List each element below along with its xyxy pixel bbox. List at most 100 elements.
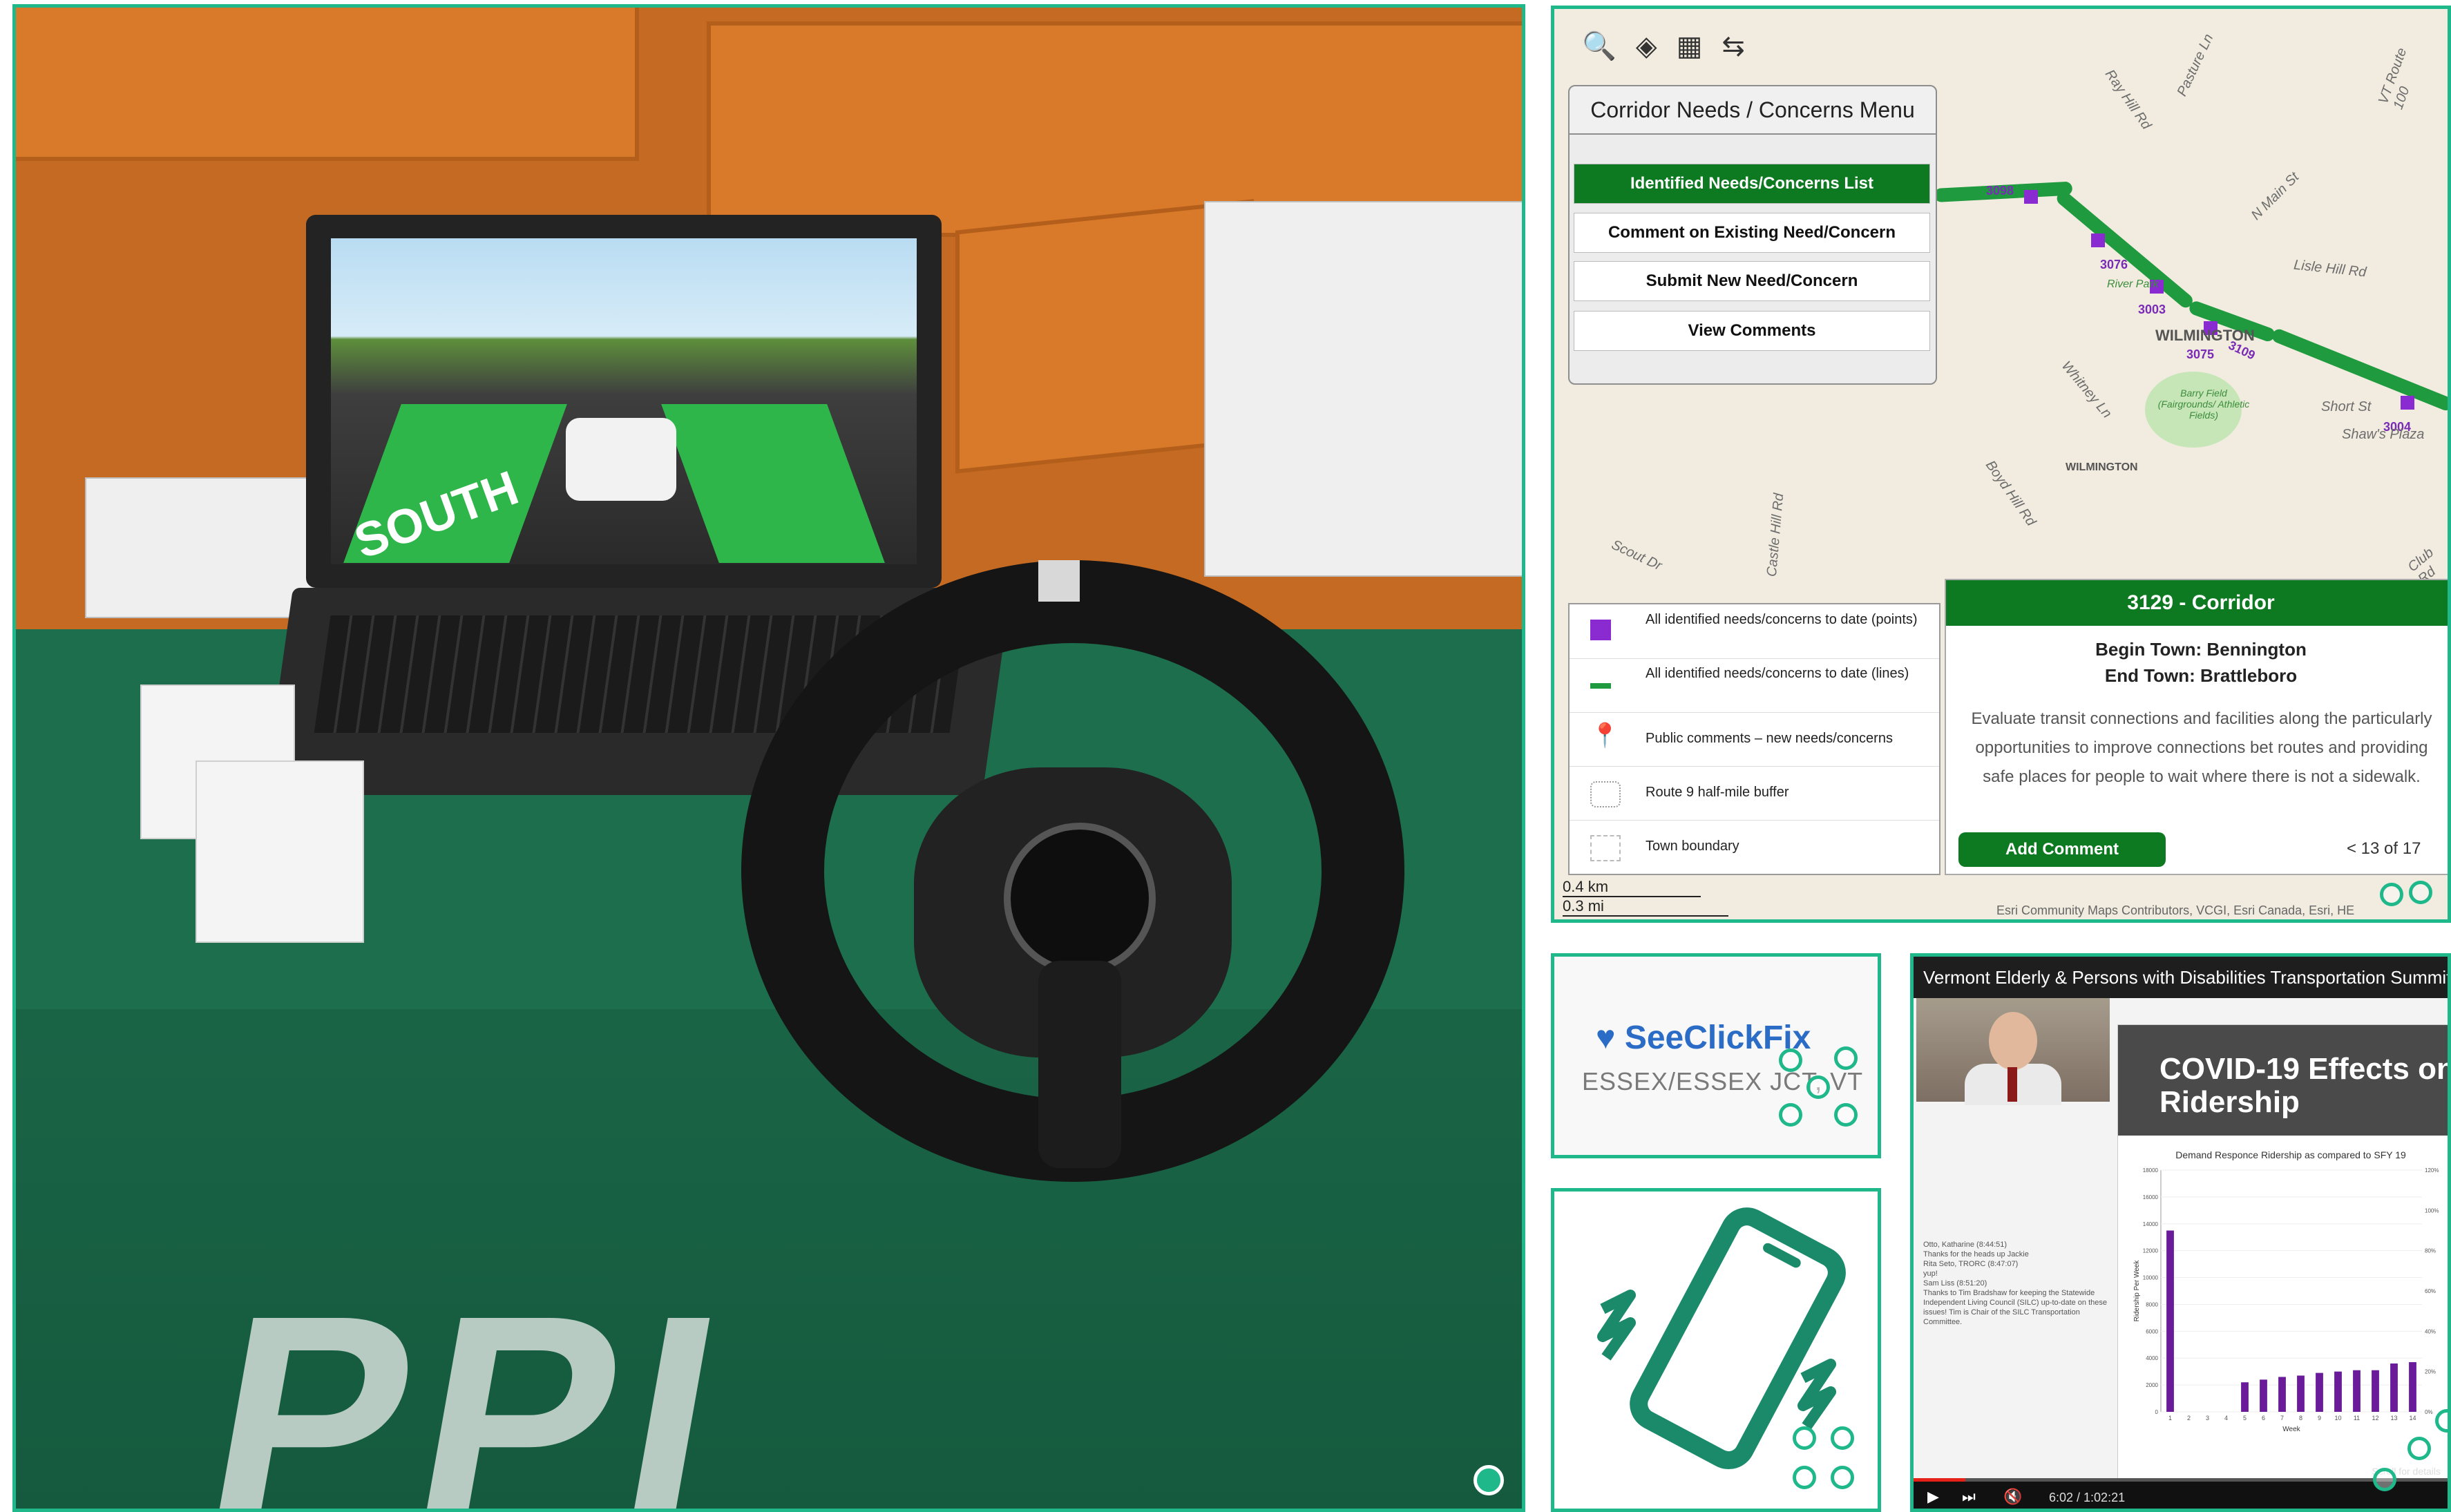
need-point[interactable] — [2091, 233, 2105, 247]
chart-x-tick: 4 — [2224, 1415, 2228, 1422]
driving-simulator-display: SOUTH — [331, 238, 917, 569]
road-label: Scout Dr — [1609, 537, 1665, 574]
popup-title: 3129 - Corridor — [1946, 580, 2448, 626]
chart-y2-tick: 20% — [2425, 1369, 2436, 1375]
road-label: Lisle Hill Rd — [2293, 257, 2367, 280]
road-label: Castle Hill Rd — [1764, 492, 1787, 577]
vibrating-phone-icon — [1597, 1207, 1846, 1470]
play-icon[interactable]: ▶ — [1927, 1488, 1939, 1506]
chat-message: Otto, Katharine (8:44:51) — [1923, 1241, 2007, 1249]
popup-end-town: End Town: Brattleboro — [2104, 665, 2298, 686]
road-label: Shaw's Plaza — [2342, 427, 2425, 442]
sim-car — [566, 418, 676, 501]
legend-row: All identified needs/concerns to date (l… — [1570, 658, 1939, 713]
chart-y2-tick: 80% — [2425, 1248, 2436, 1254]
route-segment[interactable] — [2054, 189, 2195, 311]
hotspot-ring[interactable] — [2380, 883, 2403, 906]
popup-pager[interactable]: < 13 of 17 — [2347, 839, 2421, 859]
hotspot-ring[interactable] — [1834, 1046, 1858, 1070]
need-point[interactable] — [2024, 190, 2038, 204]
corridor-map[interactable]: 3098 3076 3003 3075 3109 3004 Ray Hill R… — [1551, 6, 2451, 923]
menu-item-comment-existing[interactable]: Comment on Existing Need/Concern — [1574, 213, 1930, 253]
hotspot-ring[interactable] — [1779, 1103, 1802, 1127]
legend-label: Public comments – new needs/concerns — [1646, 731, 1893, 746]
seeclickfix-card[interactable]: ♥ SeeClickFix ESSEX/ESSEX JCT, VT — [1551, 953, 1881, 1158]
qr-grid-icon[interactable]: ▦ — [1677, 30, 1703, 62]
hotspot-ring[interactable] — [1793, 1466, 1816, 1489]
legend-row: Route 9 half-mile buffer — [1570, 766, 1939, 821]
menu-item-submit-new[interactable]: Submit New Need/Concern — [1574, 261, 1930, 301]
chart-x-label: Week — [2282, 1426, 2300, 1433]
hotspot-ring[interactable] — [2373, 1468, 2396, 1491]
vibrating-phone-card[interactable] — [1551, 1188, 1881, 1512]
menu-item-needs-list[interactable]: Identified Needs/Concerns List — [1574, 164, 1930, 204]
next-icon[interactable]: ⏭ — [1962, 1488, 1976, 1506]
mute-icon[interactable]: 🔇 — [2003, 1488, 2022, 1506]
hotspot-ring[interactable] — [1834, 1103, 1858, 1127]
menu-item-view-comments[interactable]: View Comments — [1574, 311, 1930, 351]
legend-row: Town boundary — [1570, 820, 1939, 874]
hotspot-ring[interactable] — [2407, 1437, 2431, 1460]
summit-video[interactable]: Vermont Elderly & Persons with Disabilit… — [1910, 953, 2451, 1512]
carousel-dot[interactable] — [1474, 1465, 1504, 1495]
hotspot-ring[interactable] — [1831, 1426, 1854, 1450]
scale-km: 0.4 km — [1563, 878, 1701, 897]
speaker-head — [1989, 1012, 2037, 1070]
chart-bar — [2372, 1370, 2379, 1412]
chart-x-tick: 3 — [2206, 1415, 2209, 1422]
chart-x-tick: 10 — [2334, 1415, 2341, 1422]
boundary-icon — [1590, 835, 1621, 861]
crate-back — [16, 8, 639, 161]
chat-message: Rita Seto, TRORC (8:47:07) — [1923, 1260, 2019, 1268]
legend-label: All identified needs/concerns to date (l… — [1646, 666, 1909, 681]
chart-y-tick: 14000 — [2143, 1221, 2159, 1227]
video-progress[interactable] — [1914, 1478, 1965, 1482]
corridor-menu: Corridor Needs / Concerns Menu Identifie… — [1568, 85, 1937, 385]
hotspot-ring[interactable] — [2409, 881, 2432, 904]
add-comment-button[interactable]: Add Comment — [1958, 832, 2166, 867]
speaker-webcam — [1916, 998, 2110, 1105]
slide-title: COVID-19 Effects on Ridership — [2118, 1025, 2448, 1136]
chart-bar — [2316, 1372, 2323, 1412]
need-point[interactable] — [2401, 396, 2414, 410]
layers-icon[interactable]: ◈ — [1636, 30, 1657, 62]
chart-x-tick: 14 — [2409, 1415, 2416, 1422]
chart-y-tick: 18000 — [2143, 1167, 2159, 1174]
purple-square-icon — [1590, 620, 1611, 640]
heart-check-icon: ♥ — [1596, 1020, 1616, 1056]
chart-bar — [2353, 1370, 2361, 1412]
chart-y2-tick: 120% — [2425, 1167, 2439, 1174]
swap-icon[interactable]: ⇆ — [1722, 30, 1745, 62]
speaker-tie — [2007, 1067, 2017, 1102]
hotspot-ring[interactable] — [1831, 1466, 1854, 1489]
legend-label: Route 9 half-mile buffer — [1646, 785, 1789, 800]
chart-y2-tick: 40% — [2425, 1328, 2436, 1334]
video-track[interactable] — [1914, 1478, 2448, 1482]
hotspot-ring[interactable] — [1793, 1426, 1816, 1450]
business-cards-2 — [195, 760, 364, 943]
road-label: N Main St — [2248, 169, 2302, 223]
chart-x-tick: 8 — [2299, 1415, 2302, 1422]
chat-message: Sam Liss (8:51:20) — [1923, 1279, 1987, 1288]
scale-bar: 0.4 km 0.3 mi — [1563, 878, 1728, 919]
search-icon[interactable]: 🔍 — [1582, 30, 1616, 62]
steering-wheel-marker — [1038, 560, 1080, 602]
hotspot-ring[interactable] — [1779, 1049, 1802, 1072]
hotspot-ring[interactable] — [1806, 1075, 1830, 1099]
chart-y-tick: 2000 — [2146, 1382, 2158, 1388]
video-time: 6:02 / 1:02:21 — [2049, 1491, 2126, 1504]
map-legend: All identified needs/concerns to date (p… — [1568, 603, 1940, 875]
video-controls: ▶ ⏭ 🔇 6:02 / 1:02:21 Scroll for details — [1914, 1466, 2448, 1509]
sim-lane-right — [661, 404, 885, 563]
chart-x-tick: 11 — [2354, 1415, 2360, 1422]
need-id-label: 3003 — [2138, 303, 2166, 316]
chart-y-tick: 0 — [2155, 1409, 2159, 1415]
chart-bar — [2297, 1375, 2305, 1412]
chart-x-tick: 7 — [2280, 1415, 2284, 1422]
chart-y-tick: 6000 — [2146, 1328, 2158, 1334]
chart-bar — [2390, 1363, 2398, 1412]
chart-x-tick: 9 — [2318, 1415, 2321, 1422]
chart-y-tick: 10000 — [2143, 1275, 2159, 1281]
chart-bar — [2278, 1377, 2286, 1412]
steering-wheel-spoke — [1038, 961, 1121, 1168]
